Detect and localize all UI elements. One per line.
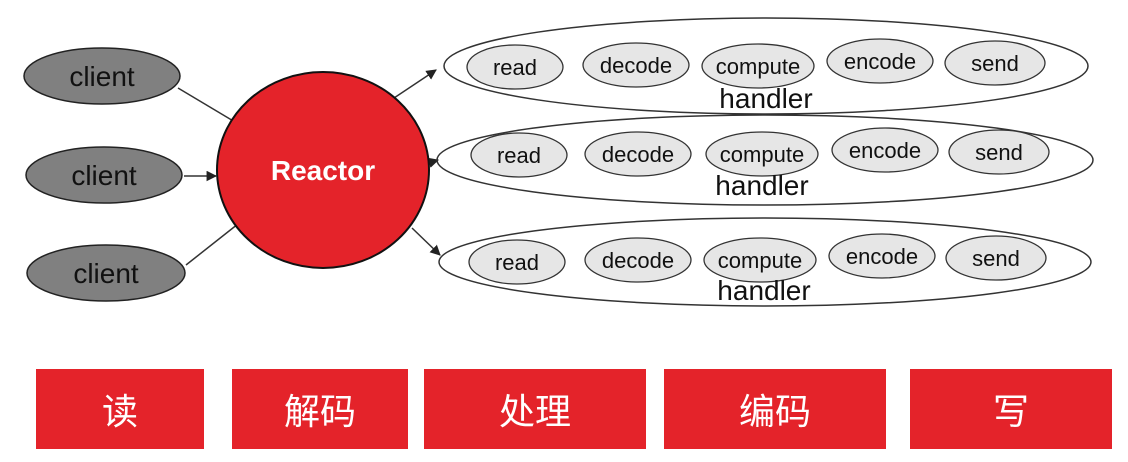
step-label: decode xyxy=(602,142,674,167)
stage-process: 处理 xyxy=(424,369,646,449)
step-label: read xyxy=(495,250,539,275)
step-compute: compute xyxy=(701,43,815,89)
step-label: read xyxy=(497,143,541,168)
step-label: encode xyxy=(846,244,918,269)
client-1-connector xyxy=(177,87,241,126)
client-node-3: client xyxy=(26,244,186,302)
step-label: compute xyxy=(720,142,804,167)
reactor-diagram: client client client Reactor read decode… xyxy=(23,17,1094,307)
step-label: decode xyxy=(600,53,672,78)
step-decode: decode xyxy=(584,131,692,177)
step-label: send xyxy=(971,51,1019,76)
stage-label: 解码 xyxy=(283,392,356,433)
step-label: decode xyxy=(602,248,674,273)
client-label: client xyxy=(73,258,139,289)
reactor-to-handler-3-arrow xyxy=(411,227,441,256)
stage-write: 写 xyxy=(910,369,1112,449)
client-node-1: client xyxy=(23,47,181,105)
step-label: encode xyxy=(844,49,916,74)
step-encode: encode xyxy=(826,38,934,84)
handler-label: handler xyxy=(719,83,812,114)
step-label: compute xyxy=(716,54,800,79)
reactor-node: Reactor xyxy=(216,71,430,269)
step-read: read xyxy=(466,44,564,90)
handler-1: read decode compute encode send handler xyxy=(443,17,1089,115)
stage-label: 编码 xyxy=(738,392,811,433)
handler-label: handler xyxy=(717,275,810,306)
handler-label: handler xyxy=(715,170,808,201)
step-read: read xyxy=(470,132,568,178)
step-label: send xyxy=(975,140,1023,165)
step-label: read xyxy=(493,55,537,80)
step-send: send xyxy=(945,235,1047,281)
step-label: send xyxy=(972,246,1020,271)
stage-label: 读 xyxy=(101,392,138,433)
reactor-label: Reactor xyxy=(271,155,375,186)
client-label: client xyxy=(71,160,137,191)
handler-3: read decode compute encode send handler xyxy=(438,217,1092,307)
handler-2: read decode compute encode send handler xyxy=(436,114,1094,206)
stage-encode: 编码 xyxy=(664,369,886,449)
stage-decode: 解码 xyxy=(232,369,408,449)
step-decode: decode xyxy=(584,237,692,283)
step-label: encode xyxy=(849,138,921,163)
stage-label: 写 xyxy=(992,392,1029,433)
step-send: send xyxy=(948,129,1050,175)
step-send: send xyxy=(944,40,1046,86)
step-encode: encode xyxy=(831,127,939,173)
client-3-connector xyxy=(185,219,244,266)
step-decode: decode xyxy=(582,42,690,88)
stage-label: 处理 xyxy=(498,392,571,433)
stage-read: 读 xyxy=(36,369,204,449)
client-label: client xyxy=(69,61,135,92)
client-node-2: client xyxy=(25,146,183,204)
step-read: read xyxy=(468,239,566,285)
step-label: compute xyxy=(718,248,802,273)
step-encode: encode xyxy=(828,233,936,279)
